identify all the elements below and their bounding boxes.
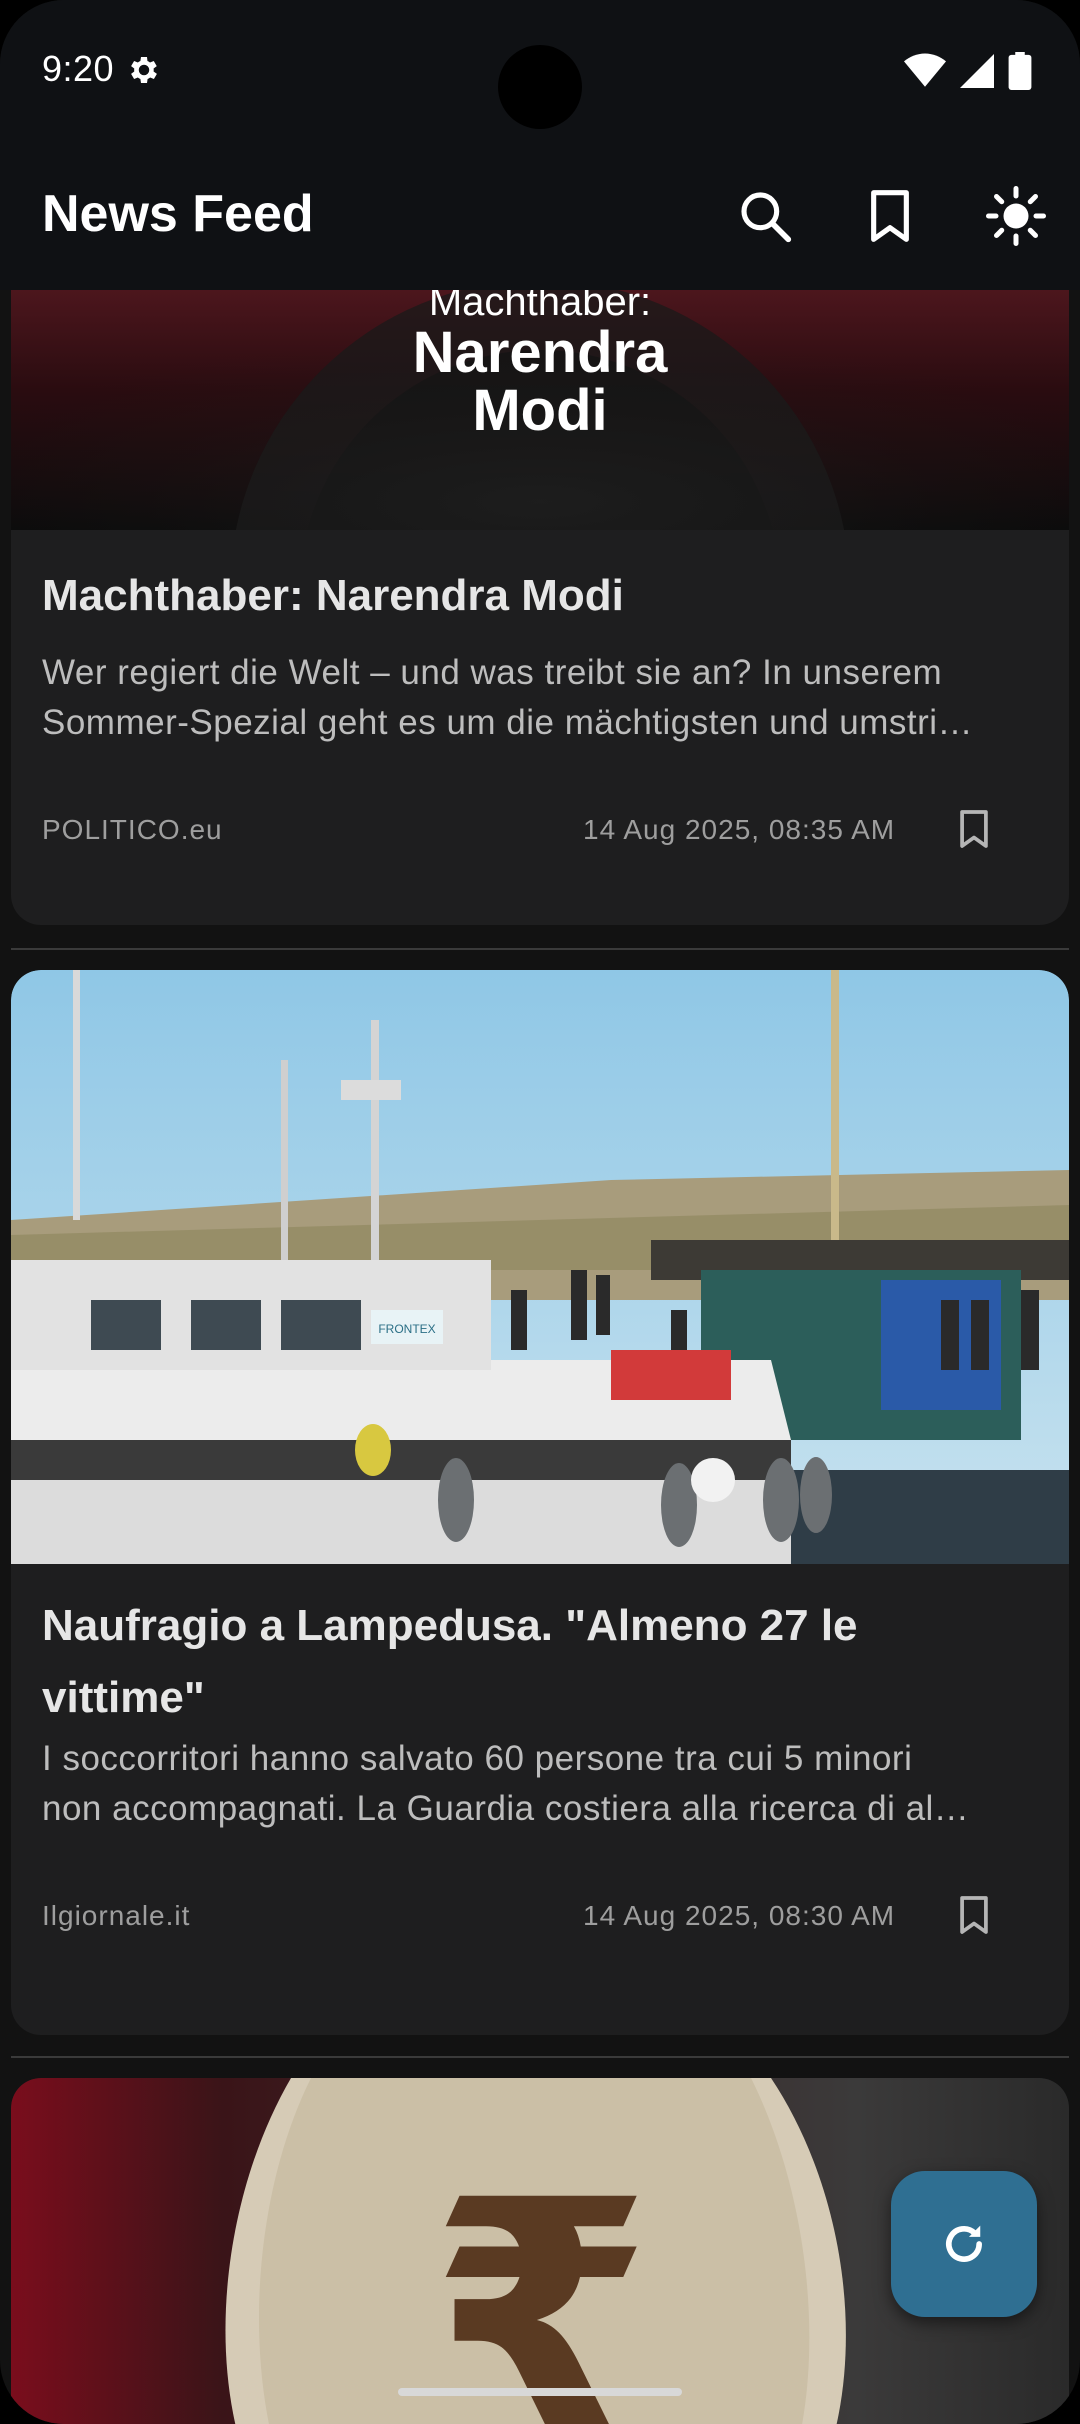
refresh-button[interactable] — [891, 2171, 1037, 2317]
article-description: Wer regiert die Welt – und was treibt si… — [42, 648, 1042, 748]
bookmarks-button[interactable] — [854, 180, 926, 252]
image-caption-main: Modi — [472, 378, 608, 443]
status-bar: 9:20 — [0, 0, 1080, 140]
wifi-icon — [904, 53, 946, 87]
title-line: vittime" — [42, 1673, 205, 1722]
article-title: Naufragio a Lampedusa. "Almeno 27 le vit… — [42, 1590, 1032, 1734]
article-source: Ilgiornale.it — [42, 1900, 191, 1931]
description-line: Sommer-Spezial geht es um die mächtigste… — [42, 703, 974, 742]
search-button[interactable] — [729, 180, 801, 252]
article-source: POLITICO.eu — [42, 814, 223, 845]
bookmark-icon — [960, 810, 988, 848]
divider — [11, 948, 1069, 950]
status-time: 9:20 — [42, 48, 115, 89]
screen: 9:20 News Feed Machthaber: Narendra Modi… — [0, 0, 1080, 2424]
image-caption-main: Narendra — [412, 320, 668, 385]
gear-icon — [131, 56, 157, 84]
camera-cutout — [498, 45, 582, 129]
divider — [11, 2056, 1069, 2058]
article-date: 14 Aug 2025, 08:30 AM — [583, 1900, 896, 1931]
signal-icon — [960, 54, 994, 88]
battery-icon — [1008, 52, 1032, 90]
image-label: FRONTEX — [378, 1322, 435, 1336]
news-feed[interactable]: Machthaber: Narendra Modi Machthaber: Na… — [0, 290, 1080, 2424]
article-card[interactable]: FRONTEX Naufragio a Lampedusa. "Almeno 2… — [11, 970, 1069, 2035]
bookmark-button[interactable] — [946, 1887, 1002, 1943]
theme-toggle-icon — [986, 186, 1046, 246]
search-icon — [741, 192, 792, 243]
article-image-graphic: FRONTEX — [11, 970, 1069, 1564]
description-line: non accompagnati. La Guardia costiera al… — [42, 1789, 970, 1828]
article-date: 14 Aug 2025, 08:35 AM — [583, 814, 896, 845]
home-indicator[interactable] — [398, 2388, 682, 2396]
bookmark-button[interactable] — [946, 801, 1002, 857]
title-line: Naufragio a Lampedusa. "Almeno 27 le — [42, 1601, 858, 1650]
theme-toggle-button[interactable] — [980, 180, 1052, 252]
bookmarks-icon — [871, 190, 909, 242]
article-description: I soccorritori hanno salvato 60 persone … — [42, 1734, 1042, 1834]
article-title: Machthaber: Narendra Modi — [42, 571, 624, 620]
page-title: News Feed — [42, 185, 314, 243]
article-image: FRONTEX — [11, 970, 1069, 1564]
status-icons — [904, 52, 1032, 90]
description-line: I soccorritori hanno salvato 60 persone … — [42, 1739, 913, 1778]
rupee-symbol: ₹ — [429, 2139, 653, 2424]
description-line: Wer regiert die Welt – und was treibt si… — [42, 653, 943, 692]
refresh-icon — [946, 2225, 982, 2262]
app-bar: News Feed — [0, 140, 1080, 290]
bookmark-icon — [960, 1896, 988, 1934]
article-card[interactable]: Machthaber: Narendra Modi Machthaber: Na… — [11, 290, 1069, 925]
article-image: Machthaber: Narendra Modi — [11, 290, 1069, 530]
image-caption-top: Machthaber: — [428, 290, 652, 324]
